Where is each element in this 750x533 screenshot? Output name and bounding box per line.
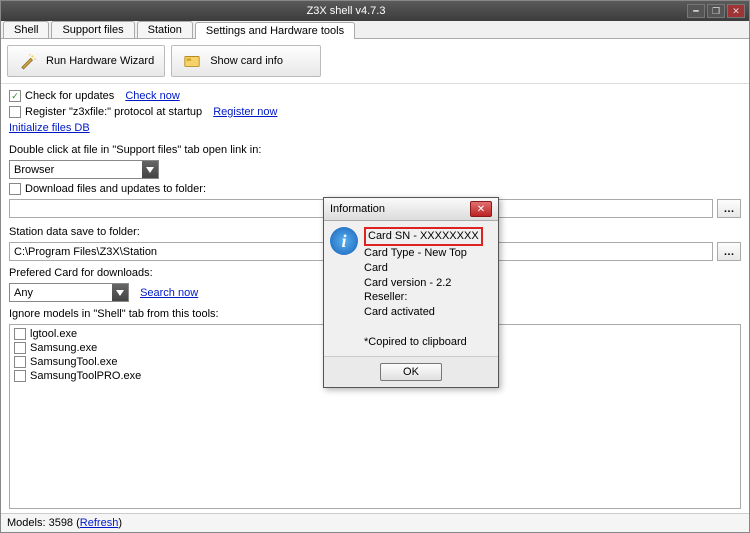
download-folder-label: Download files and updates to folder: — [25, 183, 206, 195]
tab-settings[interactable]: Settings and Hardware tools — [195, 22, 355, 39]
models-count: 3598 — [49, 517, 73, 529]
ignore-item-label: SamsungTool.exe — [30, 356, 117, 368]
check-now-link[interactable]: Check now — [125, 90, 179, 102]
tab-bar: Shell Support files Station Settings and… — [1, 21, 749, 39]
maximize-button[interactable]: ❐ — [707, 4, 725, 18]
run-hardware-wizard-button[interactable]: Run Hardware Wizard — [7, 45, 165, 77]
app-window: Z3X shell v4.7.3 ━ ❐ ✕ Shell Support fil… — [0, 0, 750, 533]
refresh-link[interactable]: Refresh — [80, 517, 119, 529]
titlebar: Z3X shell v4.7.3 ━ ❐ ✕ — [1, 1, 749, 21]
ignore-item-checkbox[interactable] — [14, 356, 26, 368]
ignore-item-checkbox[interactable] — [14, 328, 26, 340]
close-button[interactable]: ✕ — [727, 4, 745, 18]
tab-shell[interactable]: Shell — [3, 21, 49, 38]
ignore-item-label: SamsungToolPRO.exe — [30, 370, 141, 382]
check-updates-checkbox[interactable] — [9, 90, 21, 102]
dialog-close-button[interactable]: ✕ — [470, 201, 492, 217]
wizard-button-label: Run Hardware Wizard — [46, 55, 154, 67]
card-sn-highlight: Card SN - XXXXXXXX — [364, 227, 483, 246]
double-click-label: Double click at file in "Support files" … — [9, 144, 261, 156]
chevron-down-icon — [142, 161, 158, 178]
minimize-button[interactable]: ━ — [687, 4, 705, 18]
card-type-line: Card Type - New Top Card — [364, 247, 467, 274]
register-protocol-checkbox[interactable] — [9, 106, 21, 118]
dialog-title: Information — [330, 203, 470, 215]
toolbar: Run Hardware Wizard Show card info — [1, 39, 749, 84]
copied-line: *Copired to clipboard — [364, 336, 467, 348]
download-folder-checkbox[interactable] — [9, 183, 21, 195]
ignore-item-checkbox[interactable] — [14, 342, 26, 354]
register-now-link[interactable]: Register now — [213, 106, 277, 118]
station-save-browse-button[interactable]: … — [717, 242, 741, 261]
prefered-card-value: Any — [10, 287, 112, 299]
card-icon — [182, 52, 202, 70]
open-in-select[interactable]: Browser — [9, 160, 159, 179]
prefered-card-select[interactable]: Any — [9, 283, 129, 302]
prefered-card-label: Prefered Card for downloads: — [9, 267, 153, 279]
card-version-line: Card version - 2.2 — [364, 277, 451, 289]
ignore-label: Ignore models in "Shell" tab from this t… — [9, 308, 219, 320]
card-activated-line: Card activated — [364, 306, 435, 318]
info-icon: i — [330, 227, 358, 255]
window-title: Z3X shell v4.7.3 — [5, 5, 687, 17]
download-folder-browse-button[interactable]: … — [717, 199, 741, 218]
dialog-text: Card SN - XXXXXXXX Card Type - New Top C… — [364, 227, 492, 350]
chevron-down-icon — [112, 284, 128, 301]
station-save-label: Station data save to folder: — [9, 226, 140, 238]
open-in-value: Browser — [10, 164, 142, 176]
models-label: Models: — [7, 517, 49, 529]
show-card-info-button[interactable]: Show card info — [171, 45, 321, 77]
information-dialog: Information ✕ i Card SN - XXXXXXXX Card … — [323, 197, 499, 388]
check-updates-label: Check for updates — [25, 90, 114, 102]
register-protocol-label: Register "z3xfile:" protocol at startup — [25, 106, 202, 118]
ignore-item-label: Samsung.exe — [30, 342, 97, 354]
search-now-link[interactable]: Search now — [140, 287, 198, 299]
tab-station[interactable]: Station — [137, 21, 193, 38]
wand-icon — [18, 52, 38, 70]
cardinfo-button-label: Show card info — [210, 55, 283, 67]
ok-button[interactable]: OK — [380, 363, 442, 381]
ignore-item-label: lgtool.exe — [30, 328, 77, 340]
dialog-titlebar[interactable]: Information ✕ — [324, 198, 498, 221]
initialize-files-link[interactable]: Initialize files DB — [9, 122, 90, 134]
reseller-line: Reseller: — [364, 291, 407, 303]
ignore-item-checkbox[interactable] — [14, 370, 26, 382]
tab-support-files[interactable]: Support files — [51, 21, 134, 38]
statusbar: Models: 3598 (Refresh) — [1, 513, 749, 532]
